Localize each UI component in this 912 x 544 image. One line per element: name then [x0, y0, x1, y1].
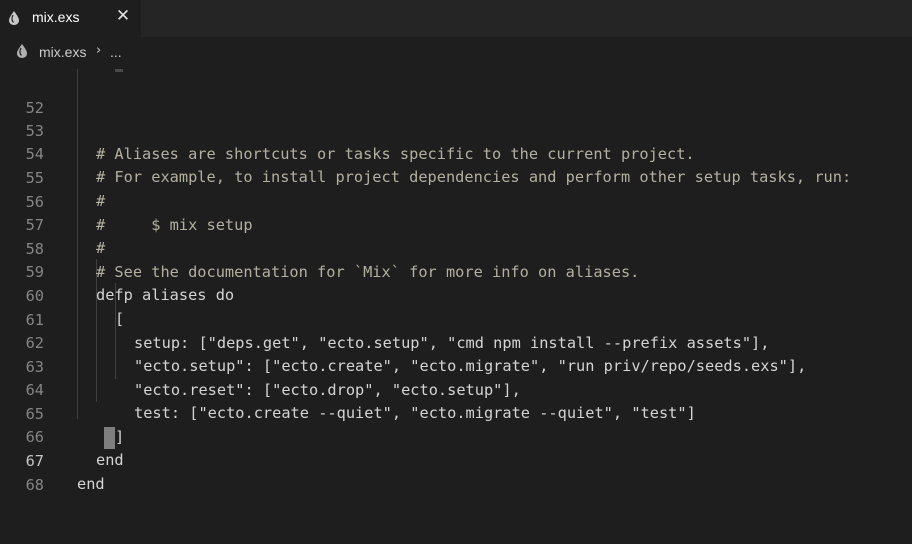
code-line: 63 "ecto.reset": ["ecto.drop", "ecto.set…	[0, 332, 912, 400]
text-cursor	[104, 427, 115, 449]
code-line: 58 # See the documentation for `Mix` for…	[0, 214, 912, 282]
close-icon[interactable]: ✕	[114, 6, 132, 26]
code-line: 61 setup: ["deps.get", "ecto.setup", "cm…	[0, 285, 912, 353]
breadcrumb-more[interactable]: ...	[110, 44, 122, 60]
breadcrumb	[0, 37, 912, 69]
elixir-drop-icon	[9, 11, 19, 25]
scroll-fragment	[115, 69, 123, 72]
code-line: 66 end	[0, 402, 912, 470]
breadcrumb-separator: ›	[96, 43, 102, 58]
code-line: 57 #	[0, 190, 912, 258]
code-line: 68	[0, 450, 912, 494]
tab-label: mix.exs	[32, 9, 80, 25]
code-line: 54 # For example, to install project dep…	[0, 119, 912, 187]
code-line: 62 "ecto.setup": ["ecto.create", "ecto.m…	[0, 308, 912, 376]
code-editor[interactable]: 52 53 # Aliases are shortcuts or tasks s…	[0, 69, 912, 494]
code-line: 53 # Aliases are shortcuts or tasks spec…	[0, 96, 912, 164]
code-line-active: 67 end	[0, 426, 912, 494]
code-line: 55 #	[0, 143, 912, 211]
line-text: end	[77, 475, 105, 493]
code-line: 59 defp aliases do	[0, 237, 912, 305]
code-line: 65 ]	[0, 379, 912, 447]
tab-bar: mix.exs ✕	[0, 0, 912, 37]
line-number: 68	[25, 475, 44, 494]
code-line: 52	[0, 73, 912, 117]
code-line: 60 [	[0, 261, 912, 329]
breadcrumb-file[interactable]: mix.exs	[39, 44, 86, 60]
tab-mix-exs[interactable]: mix.exs ✕	[0, 0, 141, 37]
code-line: 64 test: ["ecto.create --quiet", "ecto.m…	[0, 355, 912, 423]
elixir-drop-icon	[17, 44, 27, 58]
code-line: 56 # $ mix setup	[0, 167, 912, 235]
